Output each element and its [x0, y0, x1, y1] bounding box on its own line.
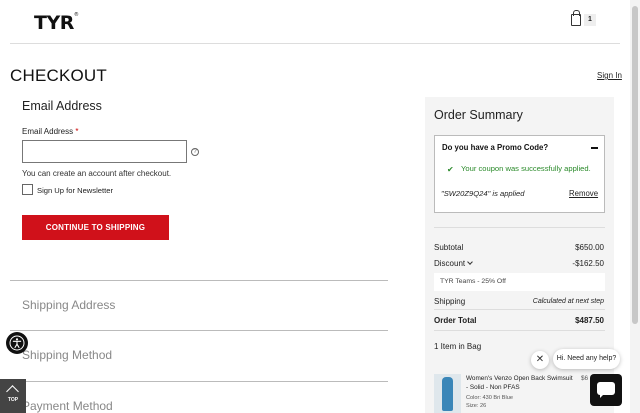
help-icon[interactable]: ? — [191, 148, 199, 156]
registered-mark: ® — [73, 12, 79, 18]
discount-value: -$162.50 — [572, 259, 604, 268]
newsletter-label[interactable]: Sign Up for Newsletter — [37, 186, 113, 195]
applied-coupon-code: "SW20Z9Q24" is applied — [441, 189, 525, 198]
account-hint: You can create an account after checkout… — [22, 169, 172, 178]
accessibility-icon[interactable] — [6, 332, 28, 354]
sign-in-link[interactable]: Sign In — [597, 71, 622, 80]
summary-divider — [434, 330, 605, 331]
subtotal-label: Subtotal — [434, 243, 464, 252]
back-to-top-button[interactable]: TOP — [0, 379, 26, 413]
section-divider — [10, 381, 388, 382]
items-in-bag-toggle[interactable]: 1 Item in Bag — [434, 342, 481, 351]
payment-method-step[interactable]: Payment Method — [22, 399, 113, 413]
tyr-logo[interactable]: TYR® — [34, 12, 79, 34]
shipping-label: Shipping — [434, 297, 466, 306]
subtotal-value: $650.00 — [575, 243, 604, 252]
order-total-value: $487.50 — [575, 316, 604, 325]
order-summary-title: Order Summary — [434, 108, 523, 122]
shopping-bag-icon[interactable] — [571, 10, 581, 26]
order-total-label: Order Total — [434, 316, 477, 325]
chat-prompt-bubble[interactable]: Hi. Need any help? — [553, 349, 620, 369]
section-divider — [10, 280, 388, 281]
chevron-down-icon — [467, 259, 473, 265]
chat-close-icon[interactable]: ✕ — [531, 351, 549, 369]
newsletter-checkbox[interactable] — [22, 184, 33, 195]
required-mark: * — [75, 127, 79, 136]
discount-detail: TYR Teams - 25% Off — [434, 273, 605, 291]
header-divider — [10, 43, 620, 44]
email-field-label: Email Address * — [22, 127, 79, 136]
discount-toggle[interactable]: Discount — [434, 259, 473, 268]
summary-divider — [434, 309, 605, 310]
email-field[interactable] — [22, 140, 187, 163]
coupon-success-message: Your coupon was successfully applied. — [461, 164, 591, 173]
chat-launcher-icon[interactable] — [590, 374, 622, 406]
section-divider — [10, 330, 388, 331]
shipping-method-step[interactable]: Shipping Method — [22, 348, 112, 362]
collapse-minus-icon[interactable] — [591, 147, 598, 149]
continue-to-shipping-button[interactable]: CONTINUE TO SHIPPING — [22, 215, 169, 240]
product-thumbnail[interactable] — [434, 374, 461, 413]
product-attributes: Color: 430 Bri Blue Size: 26 — [466, 395, 513, 410]
email-section-title: Email Address — [22, 99, 102, 113]
scrollbar-thumb[interactable] — [632, 6, 638, 324]
shipping-value: Calculated at next step — [532, 298, 604, 305]
cart-count-badge: 1 — [584, 14, 596, 26]
remove-coupon-link[interactable]: Remove — [569, 189, 598, 198]
shipping-address-step[interactable]: Shipping Address — [22, 298, 115, 312]
page-title: CHECKOUT — [10, 66, 107, 85]
product-size: Size: 26 — [466, 402, 487, 409]
product-name[interactable]: Women's Venzo Open Back Swimsuit - Solid… — [466, 375, 576, 392]
summary-divider — [434, 227, 605, 228]
promo-code-toggle[interactable]: Do you have a Promo Code? — [442, 143, 548, 152]
product-price: $6 — [581, 375, 589, 382]
product-color: Color: 430 Bri Blue — [466, 395, 513, 401]
checkmark-icon: ✔ — [447, 165, 454, 174]
